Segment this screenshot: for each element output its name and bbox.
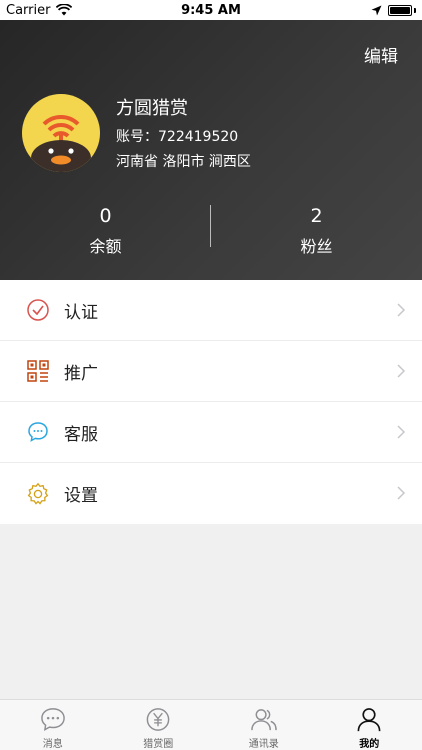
- tab-label-messages: 消息: [42, 739, 63, 750]
- battery-nub: [414, 7, 416, 13]
- menu-label-settings: 设置: [64, 486, 98, 506]
- carrier-label: Carrier: [6, 2, 51, 18]
- account-id: 722419520: [158, 129, 239, 145]
- profile-account: 账号：722419520: [116, 126, 238, 146]
- wifi-icon: [56, 4, 73, 16]
- chevron-right-icon: [397, 425, 406, 439]
- tab-mine[interactable]: 我的: [317, 700, 422, 750]
- fans-stat[interactable]: 2 粉丝: [211, 205, 422, 261]
- stats-row: 0 余额 2 粉丝: [0, 205, 422, 261]
- fans-value: 2: [310, 205, 323, 227]
- tab-bar: 消息 猎赏圈 通讯录 我的: [0, 699, 422, 750]
- verify-check-icon: [26, 298, 50, 322]
- contacts-icon: [250, 709, 277, 731]
- battery-icon: [388, 4, 412, 16]
- status-bar: Carrier 9:45 AM: [0, 0, 422, 20]
- balance-value: 0: [99, 205, 112, 227]
- fans-label: 粉丝: [300, 237, 333, 256]
- yen-circle-icon: [146, 708, 170, 731]
- person-icon: [357, 708, 381, 732]
- profile-location: 河南省 洛阳市 涧西区: [116, 154, 251, 170]
- stats-divider: [210, 205, 211, 247]
- chevron-right-icon: [397, 364, 406, 378]
- menu-item-promote[interactable]: 推广: [0, 341, 422, 402]
- chat-bubble-icon: [26, 420, 50, 444]
- menu-label-support: 客服: [64, 424, 98, 445]
- balance-label: 余额: [89, 237, 122, 256]
- location-arrow-icon: [371, 5, 382, 15]
- menu-label-verify: 认证: [64, 302, 98, 323]
- tab-contacts[interactable]: 通讯录: [211, 700, 317, 750]
- tab-label-bounty-circle: 猎赏圈: [143, 739, 174, 750]
- profile-name: 方圆猎赏: [116, 98, 188, 119]
- tab-label-contacts: 通讯录: [248, 739, 279, 750]
- message-bubble-icon: [40, 708, 65, 731]
- qrcode-icon: [26, 359, 50, 383]
- chevron-right-icon: [397, 303, 406, 317]
- menu-item-verify[interactable]: 认证: [0, 280, 422, 341]
- edit-button[interactable]: 编辑: [364, 42, 398, 67]
- chevron-right-icon: [397, 486, 406, 500]
- gear-icon: [26, 482, 50, 506]
- menu-item-settings[interactable]: 设置: [0, 463, 422, 524]
- tab-messages[interactable]: 消息: [0, 700, 106, 750]
- account-label: 账号：: [116, 129, 158, 145]
- status-left: Carrier: [6, 2, 73, 18]
- tab-label-mine: 我的: [359, 739, 380, 750]
- menu-list: 认证 推广 客服 设置: [0, 280, 422, 524]
- balance-stat[interactable]: 0 余额: [0, 205, 211, 261]
- profile-header: 编辑 方圆猎赏 账号：722419520 河南省 洛阳市 涧西区 0 余额 2 …: [0, 20, 422, 280]
- status-right: [371, 4, 416, 16]
- menu-label-promote: 推广: [64, 363, 98, 384]
- menu-item-support[interactable]: 客服: [0, 402, 422, 463]
- tab-bounty-circle[interactable]: 猎赏圈: [106, 700, 212, 750]
- avatar[interactable]: [22, 94, 100, 172]
